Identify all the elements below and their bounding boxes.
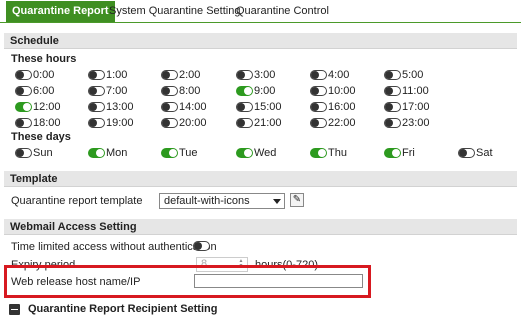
hour-label: 1:00 (106, 69, 128, 81)
hour-toggle[interactable] (15, 102, 32, 112)
hour-label: 8:00 (179, 85, 201, 97)
hour-label: 18:00 (33, 117, 61, 129)
hour-toggle[interactable] (15, 70, 32, 80)
these-days-label: These days (11, 131, 71, 143)
template-select-value: default-with-icons (164, 195, 250, 207)
hour-label: 10:00 (328, 85, 356, 97)
hour-toggle[interactable] (161, 118, 178, 128)
hour-toggle[interactable] (384, 102, 401, 112)
hour-toggle[interactable] (384, 70, 401, 80)
time-limited-toggle[interactable] (193, 241, 210, 251)
day-toggle[interactable] (161, 148, 178, 158)
hour-toggle[interactable] (310, 118, 327, 128)
day-label: Fri (402, 147, 415, 159)
hour-label: 22:00 (328, 117, 356, 129)
day-toggle[interactable] (458, 148, 475, 158)
day-toggle[interactable] (88, 148, 105, 158)
highlight-box (4, 265, 371, 298)
hour-toggle[interactable] (310, 70, 327, 80)
hour-toggle[interactable] (88, 102, 105, 112)
hour-toggle[interactable] (236, 86, 253, 96)
hour-toggle[interactable] (88, 118, 105, 128)
day-label: Mon (106, 147, 128, 159)
hour-label: 13:00 (106, 101, 134, 113)
day-label: Tue (179, 147, 198, 159)
tab-quarantine-control[interactable]: Quarantine Control (230, 2, 335, 21)
tab-quarantine-report[interactable]: Quarantine Report (6, 1, 115, 22)
hour-toggle[interactable] (161, 102, 178, 112)
hour-label: 0:00 (33, 69, 55, 81)
day-toggle[interactable] (384, 148, 401, 158)
hour-label: 16:00 (328, 101, 356, 113)
hour-toggle[interactable] (161, 70, 178, 80)
day-label: Sat (476, 147, 493, 159)
edit-icon[interactable]: ✎ (290, 193, 304, 207)
template-select[interactable]: default-with-icons (159, 193, 285, 209)
hour-label: 20:00 (179, 117, 207, 129)
collapse-icon[interactable] (9, 304, 20, 315)
hour-label: 6:00 (33, 85, 55, 97)
hour-label: 12:00 (33, 101, 61, 113)
hour-label: 14:00 (179, 101, 207, 113)
template-section-header: Template (4, 171, 517, 187)
hour-label: 7:00 (106, 85, 128, 97)
hour-toggle[interactable] (310, 102, 327, 112)
schedule-section-header: Schedule (4, 33, 517, 49)
hour-label: 5:00 (402, 69, 424, 81)
hour-label: 21:00 (254, 117, 282, 129)
hour-toggle[interactable] (236, 102, 253, 112)
day-toggle[interactable] (236, 148, 253, 158)
tab-system-quarantine-setting[interactable]: System Quarantine Setting (103, 2, 246, 21)
chevron-down-icon (273, 199, 281, 204)
hour-toggle[interactable] (15, 86, 32, 96)
hour-label: 17:00 (402, 101, 430, 113)
hour-toggle[interactable] (15, 118, 32, 128)
hour-label: 23:00 (402, 117, 430, 129)
day-label: Thu (328, 147, 347, 159)
hour-toggle[interactable] (236, 118, 253, 128)
hour-label: 19:00 (106, 117, 134, 129)
hour-toggle[interactable] (384, 118, 401, 128)
webmail-section-header: Webmail Access Setting (4, 219, 517, 235)
hour-label: 11:00 (402, 85, 429, 97)
hour-toggle[interactable] (88, 70, 105, 80)
recipient-section-title[interactable]: Quarantine Report Recipient Setting (28, 303, 217, 315)
tab-bar: Quarantine Report System Quarantine Sett… (0, 0, 521, 23)
hour-label: 4:00 (328, 69, 350, 81)
these-hours-label: These hours (11, 53, 77, 65)
hour-label: 9:00 (254, 85, 276, 97)
hour-label: 3:00 (254, 69, 276, 81)
hour-toggle[interactable] (310, 86, 327, 96)
day-label: Sun (33, 147, 53, 159)
hour-toggle[interactable] (384, 86, 401, 96)
day-toggle[interactable] (15, 148, 32, 158)
hour-toggle[interactable] (161, 86, 178, 96)
template-field-label: Quarantine report template (11, 195, 143, 207)
time-limited-label: Time limited access without authenticati… (11, 241, 217, 253)
hour-toggle[interactable] (236, 70, 253, 80)
day-label: Wed (254, 147, 277, 159)
hour-label: 15:00 (254, 101, 282, 113)
hour-toggle[interactable] (88, 86, 105, 96)
hour-label: 2:00 (179, 69, 201, 81)
day-toggle[interactable] (310, 148, 327, 158)
